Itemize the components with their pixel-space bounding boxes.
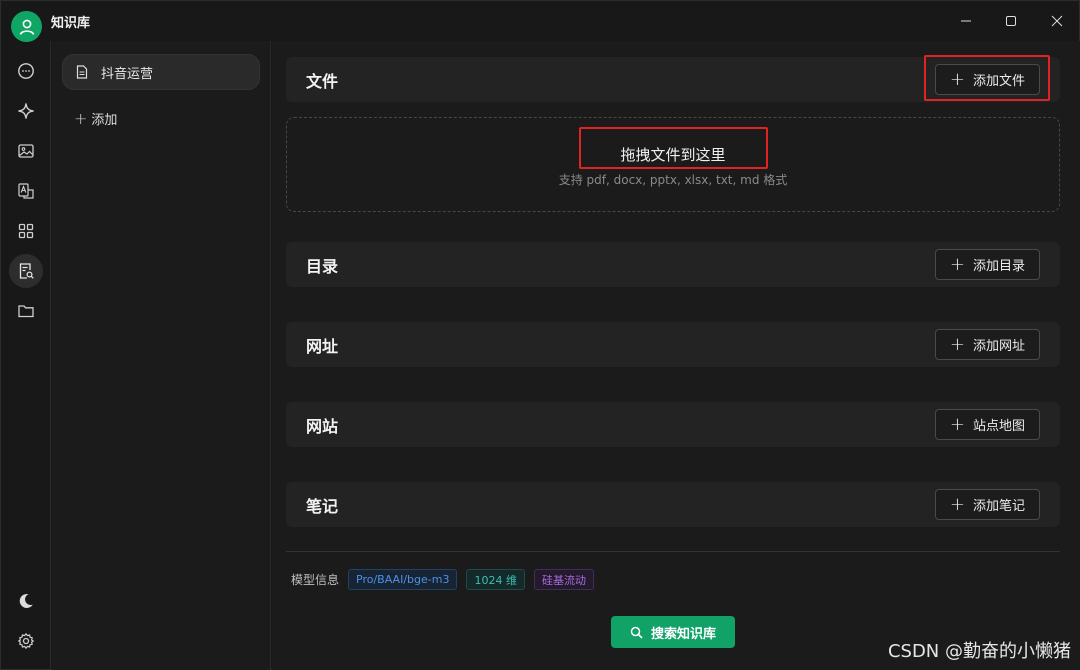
provider-tag: 硅基流动 [533, 569, 594, 590]
maximize-button[interactable] [996, 9, 1026, 33]
moon-icon [19, 593, 33, 608]
add-note-label: 添加笔记 [972, 499, 1025, 514]
add-url-label: 添加网址 [972, 339, 1025, 354]
plus-icon: + [949, 413, 965, 435]
model-info-label: 模型信息 [291, 573, 340, 587]
search-knowledge-label: 搜索知识库 [650, 626, 716, 642]
url-section: 网址 + 添加网址 [286, 322, 1060, 367]
nav-chat[interactable] [9, 54, 43, 88]
search-knowledge-button[interactable]: 搜索知识库 [611, 616, 735, 648]
sparkle-icon [18, 103, 34, 119]
search-icon [630, 626, 643, 639]
folder-icon [18, 305, 34, 318]
divider [286, 551, 1060, 552]
dropzone-subtitle: 支持 pdf, docx, pptx, xlsx, txt, md 格式 [558, 172, 788, 187]
nav-translate[interactable] [9, 174, 43, 208]
plus-icon: + [949, 253, 965, 275]
highlight-box [924, 55, 1050, 101]
close-icon [1051, 15, 1063, 27]
knowledge-search-icon [19, 263, 34, 279]
directory-title: 目录 [306, 256, 339, 276]
chat-icon [18, 63, 34, 79]
sitemap-label: 站点地图 [972, 419, 1025, 434]
plus-icon: + [74, 109, 88, 128]
files-title: 文件 [306, 71, 339, 91]
add-directory-label: 添加目录 [972, 259, 1025, 274]
translate-icon [18, 183, 34, 199]
user-avatar[interactable] [11, 11, 42, 42]
image-icon [18, 144, 34, 158]
nav-files[interactable] [9, 294, 43, 328]
gear-icon [17, 632, 35, 650]
knowledge-item[interactable]: 抖音运营 [62, 54, 260, 90]
watermark: CSDN @勤奋的小懒猪 [887, 641, 1071, 662]
knowledge-item-label: 抖音运营 [101, 66, 154, 82]
minimize-button[interactable] [951, 9, 981, 33]
nav-image[interactable] [9, 134, 43, 168]
nav-apps[interactable] [9, 214, 43, 248]
document-icon [76, 65, 88, 79]
user-icon [19, 19, 34, 35]
notes-section: 笔记 + 添加笔记 [286, 482, 1060, 527]
theme-toggle[interactable] [9, 584, 43, 618]
notes-title: 笔记 [306, 496, 339, 516]
title-bar: 知识库 [1, 1, 1080, 42]
app-window: 知识库 抖音运营 + 添加 文件 + 添加文件 拖拽文件到这里 支持 pdf, … [0, 0, 1080, 670]
app-title: 知识库 [51, 16, 91, 31]
website-title: 网站 [306, 416, 339, 436]
maximize-icon [1006, 16, 1016, 26]
directory-section: 目录 + 添加目录 [286, 242, 1060, 287]
add-knowledge-button[interactable]: + 添加 [74, 109, 117, 128]
sitemap-button[interactable]: + 站点地图 [934, 409, 1040, 440]
add-knowledge-label: 添加 [91, 113, 118, 128]
knowledge-detail: 文件 + 添加文件 拖拽文件到这里 支持 pdf, docx, pptx, xl… [272, 41, 1080, 670]
knowledge-list-panel: 抖音运营 + 添加 [52, 41, 271, 670]
nav-assistant[interactable] [9, 94, 43, 128]
nav-rail [1, 41, 51, 670]
apps-icon [18, 223, 34, 239]
add-note-button[interactable]: + 添加笔记 [934, 489, 1040, 520]
dimension-tag: 1024 维 [466, 569, 525, 590]
url-title: 网址 [306, 336, 339, 356]
plus-icon: + [949, 493, 965, 515]
plus-icon: + [949, 333, 965, 355]
add-url-button[interactable]: + 添加网址 [934, 329, 1040, 360]
website-section: 网站 + 站点地图 [286, 402, 1060, 447]
add-directory-button[interactable]: + 添加目录 [934, 249, 1040, 280]
model-tag: Pro/BAAI/bge-m3 [348, 569, 458, 590]
close-button[interactable] [1042, 9, 1072, 33]
model-info: 模型信息 Pro/BAAI/bge-m3 1024 维 硅基流动 [291, 569, 594, 590]
settings-button[interactable] [9, 624, 43, 658]
nav-knowledge[interactable] [9, 254, 43, 288]
highlight-box [579, 127, 768, 169]
minimize-icon [961, 20, 971, 22]
